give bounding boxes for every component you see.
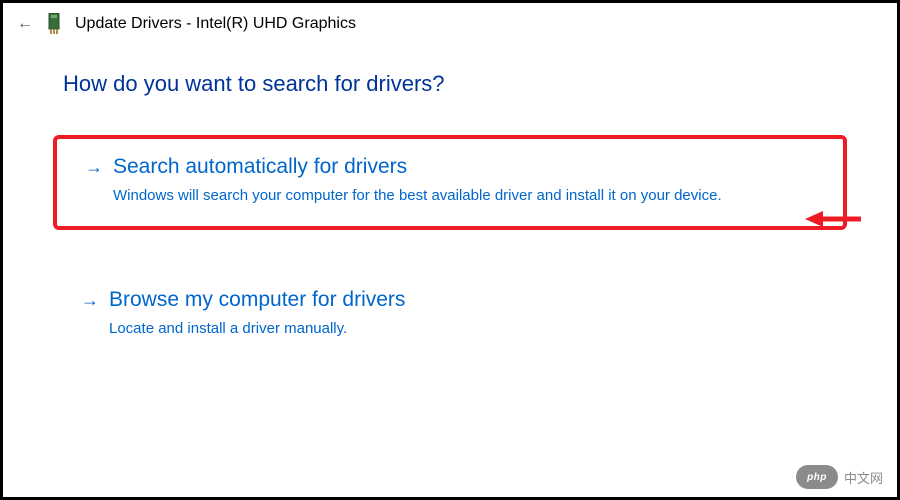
dialog-content: How do you want to search for drivers? →… [3, 41, 897, 359]
option-browse-computer[interactable]: → Browse my computer for drivers Locate … [63, 272, 837, 359]
watermark: php 中文网 [796, 465, 883, 489]
arrow-right-icon: → [85, 158, 103, 176]
option-header: → Search automatically for drivers [85, 155, 815, 179]
window-title: Update Drivers - Intel(R) UHD Graphics [75, 15, 356, 33]
option-description: Locate and install a driver manually. [109, 318, 749, 339]
option-description: Windows will search your computer for th… [113, 185, 753, 206]
titlebar: ← Update Drivers - Intel(R) UHD Graphics [3, 3, 897, 41]
back-arrow-icon[interactable]: ← [17, 16, 33, 32]
option-title: Browse my computer for drivers [109, 288, 405, 312]
driver-device-icon [47, 13, 61, 35]
arrow-right-icon: → [81, 291, 99, 309]
option-search-automatically[interactable]: → Search automatically for drivers Windo… [53, 135, 847, 230]
watermark-pill: php [796, 465, 838, 489]
page-heading: How do you want to search for drivers? [63, 71, 837, 97]
option-header: → Browse my computer for drivers [81, 288, 819, 312]
annotation-arrow-icon [805, 208, 863, 235]
watermark-text: 中文网 [844, 468, 883, 487]
option-title: Search automatically for drivers [113, 155, 407, 179]
